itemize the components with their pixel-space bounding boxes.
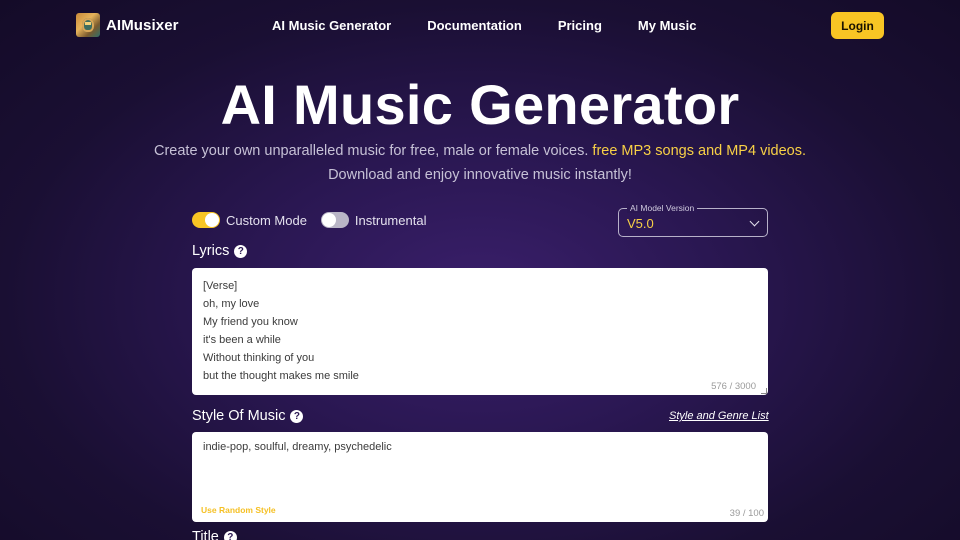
resize-handle[interactable] (761, 388, 767, 394)
nav-link-ai-music-generator[interactable]: AI Music Generator (272, 18, 391, 33)
lyrics-textarea[interactable]: [Verse] oh, my love My friend you know i… (192, 268, 768, 395)
lyrics-label-row: Lyrics ? (192, 243, 248, 259)
brand[interactable]: AIMusixer (76, 13, 179, 37)
custom-mode-toggle[interactable] (192, 212, 220, 228)
brand-logo-icon (76, 13, 100, 37)
page-title: AI Music Generator (220, 73, 740, 136)
lyrics-content: [Verse] oh, my love My friend you know i… (203, 277, 359, 385)
nav-links: AI Music Generator Documentation Pricing… (272, 18, 696, 33)
help-icon[interactable]: ? (290, 409, 304, 423)
model-version-select[interactable]: AI Model Version V5.0 (618, 203, 768, 237)
subtitle-line-1: Create your own unparalleled music for f… (0, 139, 960, 163)
lyrics-counter: 576 / 3000 (711, 381, 756, 392)
subtitle-highlight: free MP3 songs and MP4 videos. (592, 143, 807, 159)
instrumental-label: Instrumental (354, 212, 427, 228)
nav-link-my-music[interactable]: My Music (638, 18, 697, 33)
style-counter: 39 / 100 (729, 508, 764, 519)
style-genre-list-link[interactable]: Style and Genre List (669, 410, 769, 422)
lyrics-line: My friend you know (203, 316, 298, 328)
lyrics-line: oh, my love (203, 298, 260, 310)
subtitle-line-2: Download and enjoy innovative music inst… (328, 167, 632, 183)
style-textarea[interactable]: indie-pop, soulful, dreamy, psychedelic … (192, 432, 768, 522)
style-label: Style Of Music (192, 408, 286, 424)
lyrics-line: [Verse] (203, 280, 238, 292)
instrumental-toggle[interactable] (320, 212, 349, 228)
login-button[interactable]: Login (831, 12, 884, 39)
subtitle-text: Create your own unparalleled music for f… (153, 143, 589, 159)
mode-toggles: Custom Mode Instrumental (192, 212, 440, 228)
title-label: Title (192, 529, 219, 540)
toggle-knob (205, 213, 219, 227)
random-style-button[interactable]: Use Random Style (201, 505, 276, 515)
custom-mode-label: Custom Mode (226, 212, 307, 228)
help-icon[interactable]: ? (223, 530, 237, 540)
help-icon[interactable]: ? (234, 244, 248, 258)
style-value: indie-pop, soulful, dreamy, psychedelic (203, 441, 392, 453)
nav-link-pricing[interactable]: Pricing (558, 18, 602, 33)
lyrics-line: but the thought makes me smile (203, 370, 359, 382)
top-nav: AIMusixer AI Music Generator Documentati… (0, 0, 960, 52)
brand-name: AIMusixer (106, 16, 179, 34)
toggle-knob (321, 213, 336, 227)
title-label-row: Title ? (192, 529, 237, 540)
nav-link-documentation[interactable]: Documentation (427, 18, 522, 33)
lyrics-line: Without thinking of you (203, 352, 315, 364)
lyrics-label: Lyrics (192, 243, 230, 259)
style-label-row: Style Of Music ? (192, 408, 304, 424)
chevron-down-icon (749, 216, 760, 227)
hero-subtitle: Create your own unparalleled music for f… (0, 139, 960, 187)
model-version-legend: AI Model Version (627, 203, 698, 213)
lyrics-line: it's been a while (203, 334, 281, 346)
model-version-value: V5.0 (627, 216, 654, 231)
